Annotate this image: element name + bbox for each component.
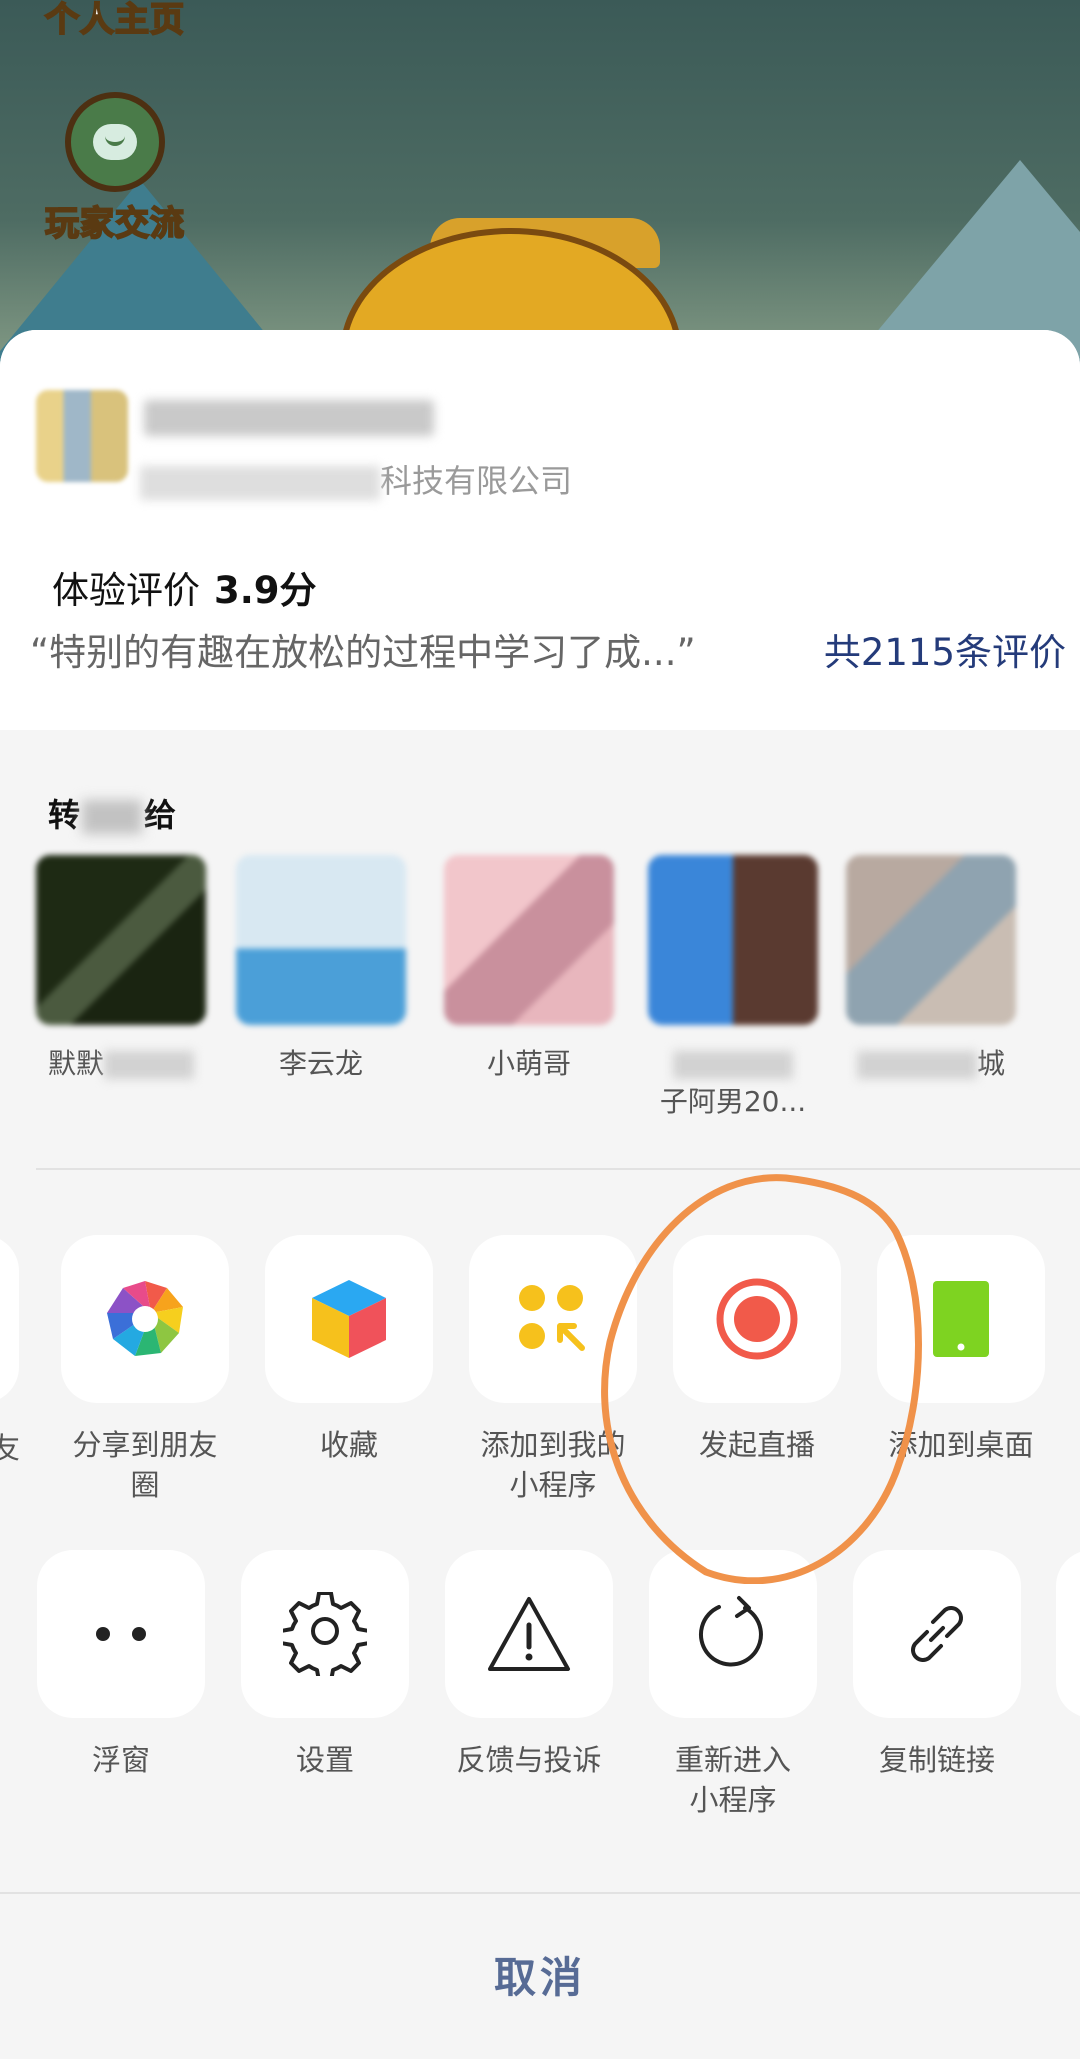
company-name: 科技有限公司 <box>140 456 572 502</box>
cancel-button[interactable]: 取消 <box>0 1944 1080 2005</box>
contact-name: 城 <box>846 1045 1016 1083</box>
desktop-icon <box>877 1235 1045 1403</box>
rating-label: 体验评价 <box>52 569 200 612</box>
link-icon <box>853 1550 1021 1718</box>
contact-list: 默默 李云龙 小萌哥 子阿男20... 城 <box>0 855 1080 1155</box>
float-window-button[interactable]: 浮窗 <box>36 1550 206 1780</box>
favorite-cube-icon <box>265 1235 433 1403</box>
contact-avatar <box>236 855 406 1025</box>
app-avatar <box>36 390 128 482</box>
contact-item[interactable]: 小萌哥 <box>444 855 614 1083</box>
miniprogram-info-card[interactable]: 科技有限公司 体验评价 3.9分 “特别的有趣在放松的过程中学习了成...” 共2… <box>0 330 1080 730</box>
favorite-label: 收藏 <box>319 1428 378 1462</box>
contact-avatar <box>36 855 206 1025</box>
share-moments-label: 分享到朋友圈 <box>72 1428 218 1502</box>
contact-name: 默默 <box>36 1045 206 1083</box>
section-divider <box>36 1168 1080 1170</box>
float-window-icon <box>37 1550 205 1718</box>
share-to-friend-partial[interactable]: 友 <box>0 1235 20 1467</box>
total-reviews-link[interactable]: 共2115条评价 <box>824 622 1066 676</box>
chat-icon <box>65 92 165 192</box>
share-to-friends-title: 转给 <box>48 796 177 834</box>
settings-label: 设置 <box>295 1743 354 1777</box>
contact-name: 小萌哥 <box>486 1047 571 1080</box>
feedback-button[interactable]: 反馈与投诉 <box>444 1550 614 1780</box>
share-moments-button[interactable]: 分享到朋友圈 <box>60 1235 230 1505</box>
share-to-friend-partial-label: 友 <box>0 1431 20 1465</box>
settings-button[interactable]: 设置 <box>240 1550 410 1780</box>
moments-icon <box>61 1235 229 1403</box>
contact-avatar <box>846 855 1016 1025</box>
more-action-partial[interactable] <box>1056 1550 1080 1718</box>
contact-avatar <box>648 855 818 1025</box>
profile-button[interactable]: 个人主页 <box>30 0 200 41</box>
contact-item[interactable]: 默默 <box>36 855 206 1083</box>
contact-item[interactable]: 城 <box>846 855 1016 1083</box>
profile-label: 个人主页 <box>44 0 185 41</box>
reenter-miniprogram-button[interactable]: 重新进入小程序 <box>648 1550 818 1820</box>
live-record-icon <box>673 1235 841 1403</box>
copy-link-button[interactable]: 复制链接 <box>852 1550 1022 1780</box>
add-miniprogram-icon <box>469 1235 637 1403</box>
contact-avatar <box>444 855 614 1025</box>
add-to-my-miniprograms-label: 添加到我的小程序 <box>480 1428 626 1502</box>
contact-item[interactable]: 子阿男20... <box>648 855 818 1121</box>
app-name-redacted <box>144 400 434 436</box>
player-chat-button[interactable]: 玩家交流 <box>30 92 200 245</box>
favorite-button[interactable]: 收藏 <box>264 1235 434 1465</box>
cancel-area: 取消 <box>0 1892 1080 2059</box>
copy-link-label: 复制链接 <box>878 1743 995 1777</box>
add-to-my-miniprograms-button[interactable]: 添加到我的小程序 <box>468 1235 638 1505</box>
start-live-label: 发起直播 <box>698 1428 815 1462</box>
contact-name: 子阿男20... <box>648 1045 818 1121</box>
share-sheet: 科技有限公司 体验评价 3.9分 “特别的有趣在放松的过程中学习了成...” 共2… <box>0 330 1080 2059</box>
float-window-label: 浮窗 <box>91 1743 150 1777</box>
contact-name: 李云龙 <box>278 1047 363 1080</box>
reenter-miniprogram-label: 重新进入小程序 <box>674 1743 791 1817</box>
feedback-label: 反馈与投诉 <box>456 1743 602 1777</box>
start-live-button[interactable]: 发起直播 <box>672 1235 842 1465</box>
rating-value: 3.9分 <box>214 569 317 612</box>
player-chat-label: 玩家交流 <box>44 203 185 245</box>
gear-icon <box>241 1550 409 1718</box>
rating-row: 体验评价 3.9分 <box>52 560 317 614</box>
review-quote: “特别的有趣在放松的过程中学习了成...” <box>30 631 696 674</box>
add-to-desktop-label: 添加到桌面 <box>888 1428 1034 1462</box>
add-to-desktop-button[interactable]: 添加到桌面 <box>876 1235 1046 1465</box>
contact-item[interactable]: 李云龙 <box>236 855 406 1083</box>
warning-icon <box>445 1550 613 1718</box>
refresh-icon <box>649 1550 817 1718</box>
